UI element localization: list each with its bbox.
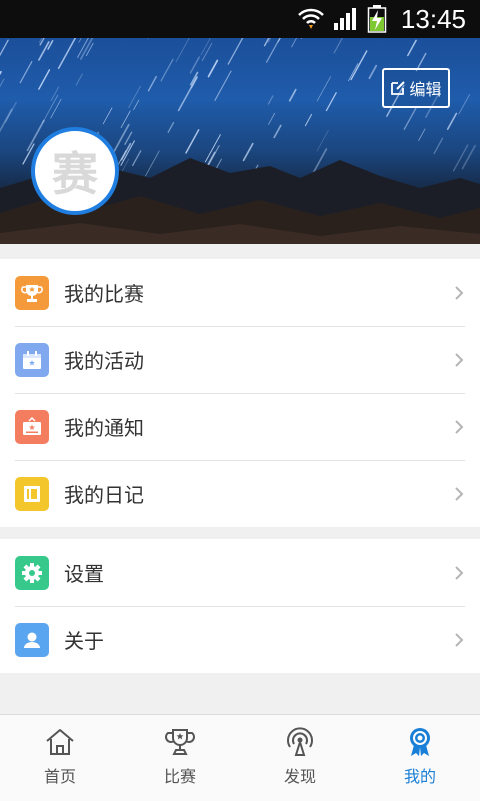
avatar[interactable]: 赛	[31, 127, 119, 215]
tab-label: 比赛	[163, 767, 196, 786]
wifi-icon	[297, 6, 325, 32]
tab-competitions[interactable]: 比赛	[120, 715, 240, 801]
chevron-right-icon	[454, 632, 464, 648]
tab-label: 首页	[43, 767, 76, 786]
menu-item-my-diary[interactable]: 我的日记	[0, 460, 480, 527]
diary-icon	[15, 476, 49, 511]
tab-home[interactable]: 首页	[0, 715, 120, 801]
menu-label: 设置	[64, 562, 104, 586]
chevron-right-icon	[454, 565, 464, 581]
chevron-right-icon	[454, 486, 464, 502]
menu-item-my-notifications[interactable]: 我的通知	[0, 393, 480, 460]
avatar-placeholder-text: 赛	[52, 147, 98, 201]
bottom-tab-bar: 首页 比赛 发现 我的	[0, 714, 480, 801]
menu-label: 我的比赛	[64, 282, 144, 306]
menu-item-my-activities[interactable]: 我的活动	[0, 326, 480, 393]
person-icon	[15, 622, 49, 657]
edit-profile-button[interactable]: 编辑	[382, 68, 450, 108]
chevron-right-icon	[454, 285, 464, 301]
menu-label: 我的活动	[64, 349, 144, 373]
menu-group-activities: 我的比赛 我的活动 我的通知 我的日记	[0, 259, 480, 527]
tab-mine[interactable]: 我的	[360, 715, 480, 801]
menu-item-my-competitions[interactable]: 我的比赛	[0, 259, 480, 326]
gear-icon	[15, 555, 49, 590]
menu-label: 关于	[64, 629, 104, 653]
status-time: 13:45	[400, 3, 466, 34]
chevron-right-icon	[454, 419, 464, 435]
menu-item-settings[interactable]: 设置	[0, 539, 480, 606]
status-bar: 13:45	[0, 0, 480, 38]
battery-charging-icon	[367, 5, 387, 33]
menu-item-about[interactable]: 关于	[0, 606, 480, 673]
menu-label: 我的日记	[64, 483, 144, 507]
calendar-icon	[15, 342, 49, 377]
profile-header: 编辑 赛	[0, 38, 480, 244]
badge-icon	[404, 727, 436, 757]
broadcast-icon	[284, 727, 316, 757]
signal-icon	[333, 7, 359, 31]
trophy-icon	[164, 727, 196, 757]
menu-label: 我的通知	[64, 416, 144, 440]
edit-label: 编辑	[409, 80, 442, 99]
edit-icon	[390, 80, 406, 96]
tab-label: 发现	[283, 767, 316, 786]
notice-board-icon	[15, 409, 49, 444]
trophy-icon	[15, 275, 49, 310]
tab-label: 我的	[403, 767, 436, 786]
tab-discover[interactable]: 发现	[240, 715, 360, 801]
chevron-right-icon	[454, 352, 464, 368]
home-icon	[44, 727, 76, 757]
menu-group-settings: 设置 关于	[0, 539, 480, 673]
